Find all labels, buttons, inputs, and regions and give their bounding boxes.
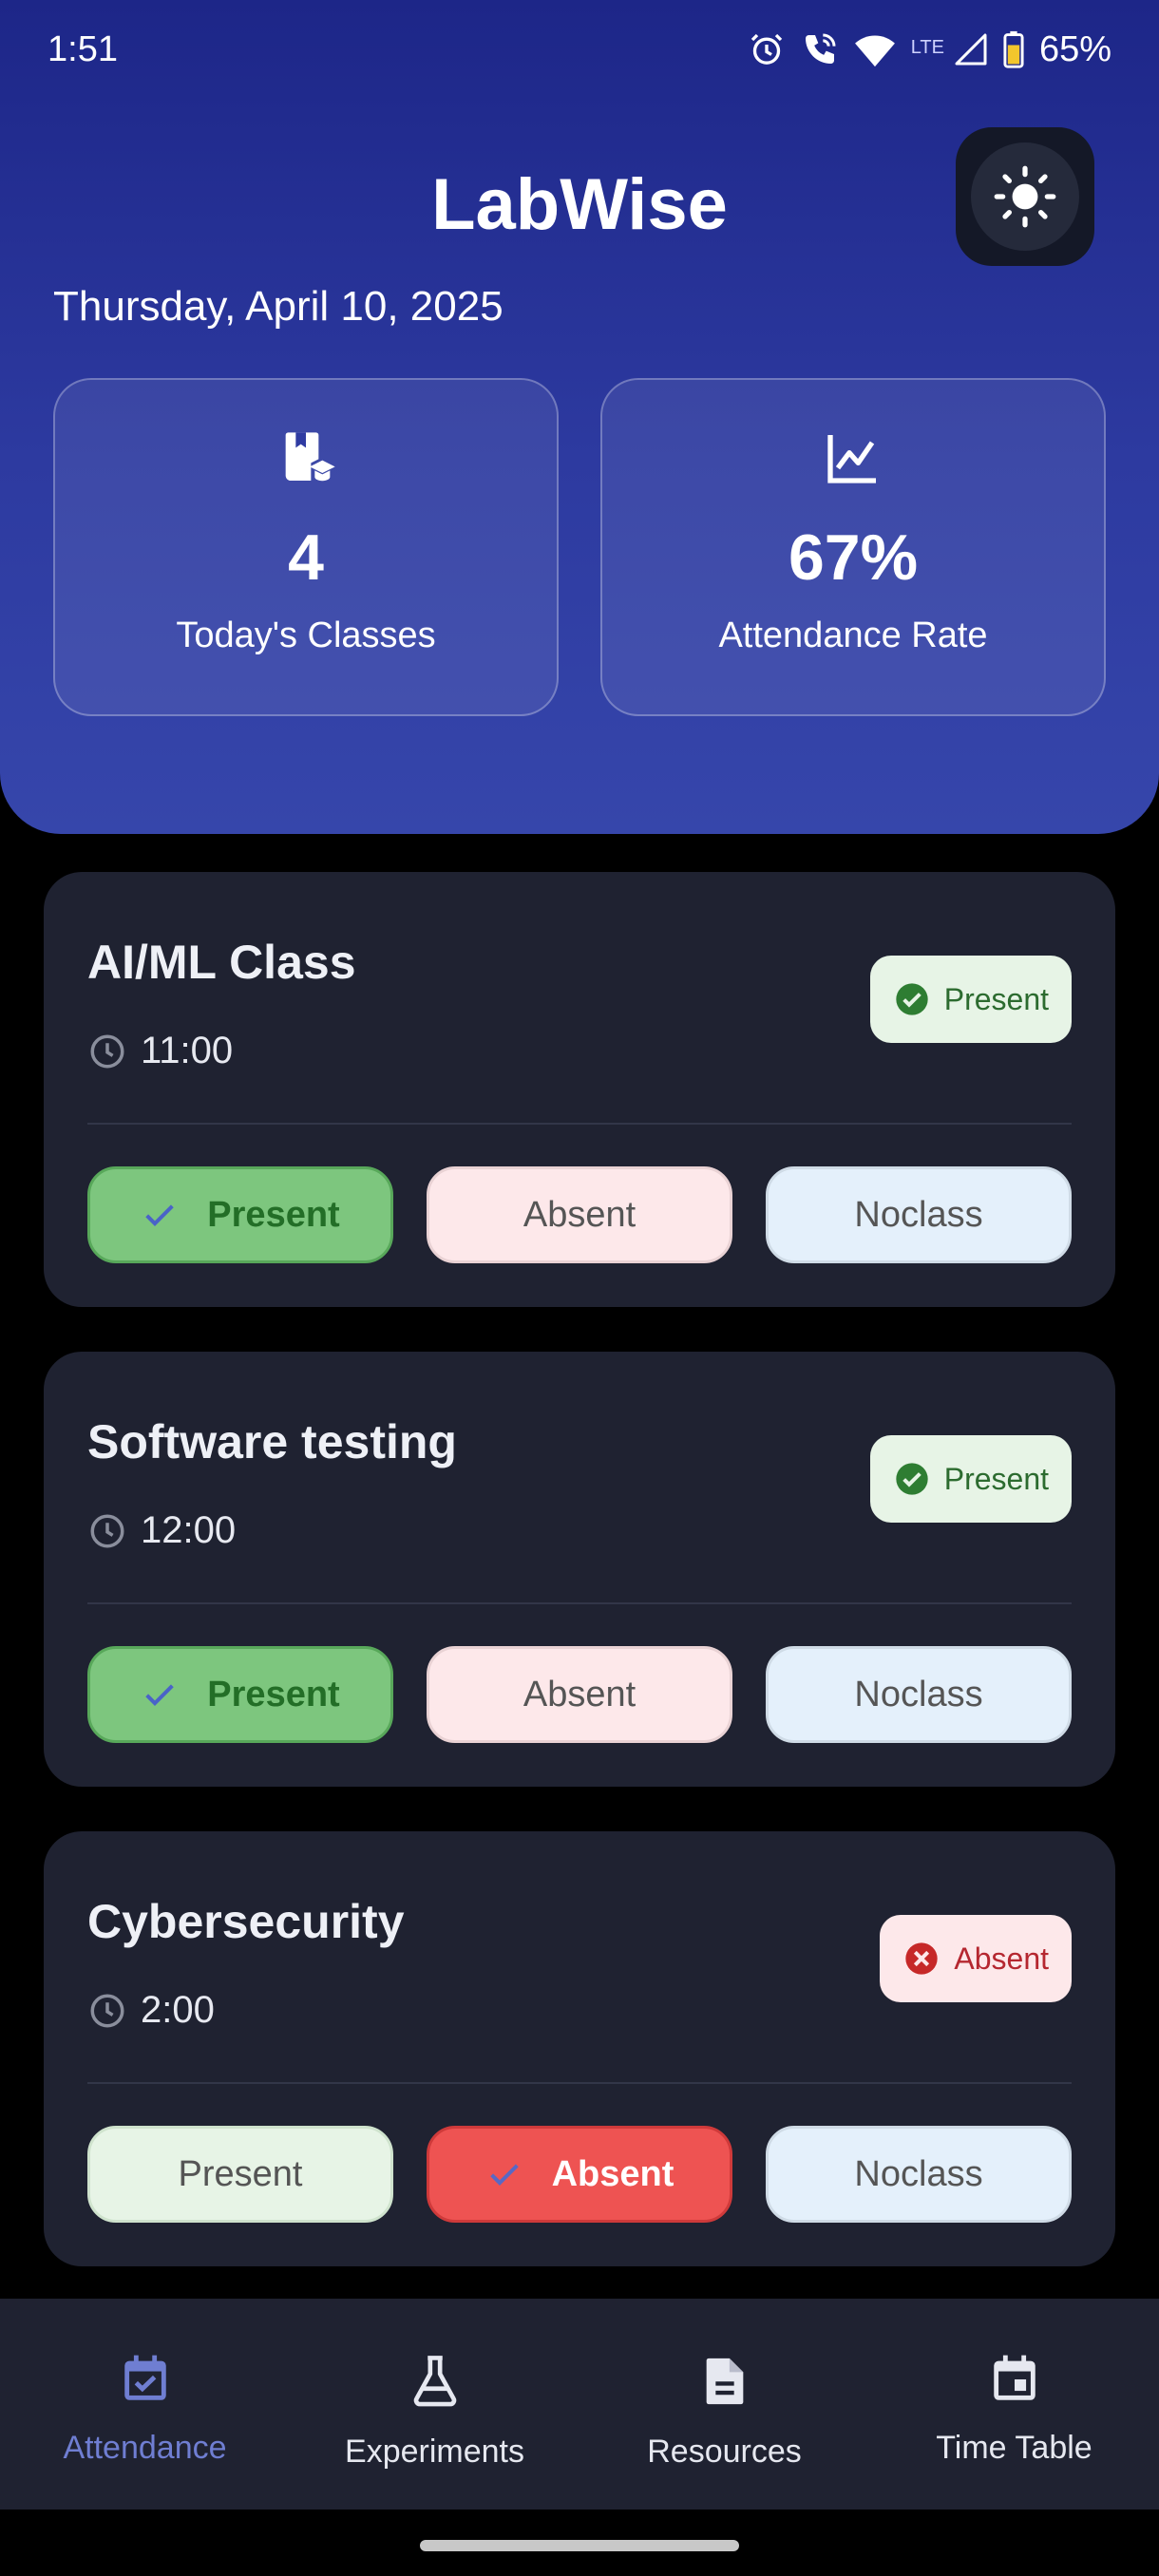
calendar-check-icon	[124, 2355, 166, 2400]
battery-percent: 65%	[1038, 28, 1112, 69]
class-name: Software testing	[87, 1415, 457, 1468]
class-time: 11:00	[87, 1030, 233, 1072]
nav-label: Attendance	[63, 2430, 227, 2466]
alarm-icon	[750, 33, 782, 65]
clock-icon	[90, 1034, 124, 1068]
sun-icon	[994, 165, 1056, 228]
divider	[87, 1602, 1072, 1604]
todays-classes-card: 4 Today's Classes	[53, 378, 559, 716]
flask-icon	[413, 2356, 456, 2407]
wifi-call-icon	[805, 33, 836, 64]
check-circle-icon	[896, 983, 928, 1015]
check-circle-icon	[896, 1463, 928, 1495]
class-name: Cybersecurity	[87, 1895, 405, 1948]
class-time-value: 11:00	[141, 1030, 234, 1071]
home-indicator[interactable]	[420, 2540, 739, 2551]
nav-attendance[interactable]: Attendance	[0, 2299, 290, 2510]
absent-button[interactable]: Absent	[427, 1166, 732, 1263]
class-card: Cybersecurity 2:00 Absent Present Absent…	[44, 1831, 1115, 2266]
clock-icon	[90, 1994, 124, 2027]
nav-label: Resources	[647, 2434, 802, 2470]
status-badge-text: Absent	[954, 1941, 1049, 1976]
class-time: 12:00	[87, 1509, 236, 1552]
bottom-nav: Attendance Experiments Resources Time Ta…	[0, 2299, 1159, 2510]
class-time-value: 12:00	[141, 1509, 237, 1551]
todays-classes-label: Today's Classes	[176, 616, 436, 655]
nav-experiments[interactable]: Experiments	[290, 2299, 580, 2510]
noclass-button-label: Noclass	[854, 1194, 983, 1235]
absent-button[interactable]: Absent	[427, 1646, 732, 1743]
class-card: Software testing 12:00 Present Present A…	[44, 1352, 1115, 1787]
trending-chart-icon	[827, 435, 876, 483]
attendance-rate-label: Attendance Rate	[718, 616, 988, 655]
check-icon	[489, 2164, 519, 2186]
current-date: Thursday, April 10, 2025	[53, 283, 504, 330]
status-time: 1:51	[48, 28, 118, 69]
nav-label: Time Table	[936, 2430, 1092, 2466]
book-classes-icon	[285, 432, 335, 482]
class-time-value: 2:00	[141, 1989, 215, 2031]
divider	[87, 2082, 1072, 2084]
noclass-button[interactable]: Noclass	[766, 2126, 1072, 2223]
attendance-rate-card: 67% Attendance Rate	[600, 378, 1106, 716]
present-button[interactable]: Present	[87, 1646, 393, 1743]
theme-toggle-button[interactable]	[956, 127, 1094, 266]
battery-icon	[1003, 30, 1024, 68]
status-badge-text: Present	[943, 981, 1049, 1016]
noclass-button[interactable]: Noclass	[766, 1166, 1072, 1263]
divider	[87, 1123, 1072, 1125]
clock-icon	[90, 1514, 124, 1547]
noclass-button[interactable]: Noclass	[766, 1646, 1072, 1743]
status-badge: Present	[869, 956, 1072, 1043]
header: LabWise Thursday, April 10, 2025 4 Today…	[0, 0, 1159, 834]
nav-resources[interactable]: Resources	[580, 2299, 869, 2510]
attendance-rate-value: 67%	[788, 521, 919, 594]
cancel-circle-icon	[905, 1942, 939, 1975]
present-button-label: Present	[207, 1194, 340, 1235]
check-icon	[145, 1684, 175, 1706]
status-badge: Absent	[880, 1915, 1072, 2002]
absent-button-label: Absent	[522, 1674, 636, 1714]
absent-button[interactable]: Absent	[427, 2126, 732, 2223]
wifi-icon	[854, 35, 895, 67]
class-card: AI/ML Class 11:00 Present Present Absent…	[44, 872, 1115, 1307]
present-button-label: Present	[207, 1674, 340, 1714]
class-name: AI/ML Class	[87, 936, 356, 989]
todays-classes-value: 4	[288, 521, 324, 594]
status-bar: 1:51 LTE 65%	[0, 0, 1159, 99]
signal-icon	[955, 33, 987, 66]
nav-time-table[interactable]: Time Table	[869, 2299, 1159, 2510]
network-type: LTE	[910, 36, 944, 58]
check-icon	[145, 1204, 175, 1226]
absent-button-label: Absent	[522, 1194, 636, 1235]
noclass-button-label: Noclass	[854, 1674, 983, 1714]
class-time: 2:00	[87, 1989, 215, 2032]
status-badge-text: Present	[943, 1461, 1049, 1496]
present-button[interactable]: Present	[87, 2126, 393, 2223]
present-button[interactable]: Present	[87, 1166, 393, 1263]
document-icon	[706, 2358, 743, 2405]
nav-label: Experiments	[345, 2434, 524, 2470]
present-button-label: Present	[178, 2153, 303, 2194]
calendar-icon	[993, 2355, 1036, 2400]
status-badge: Present	[869, 1435, 1072, 1523]
absent-button-label: Absent	[551, 2153, 674, 2194]
noclass-button-label: Noclass	[854, 2153, 983, 2194]
